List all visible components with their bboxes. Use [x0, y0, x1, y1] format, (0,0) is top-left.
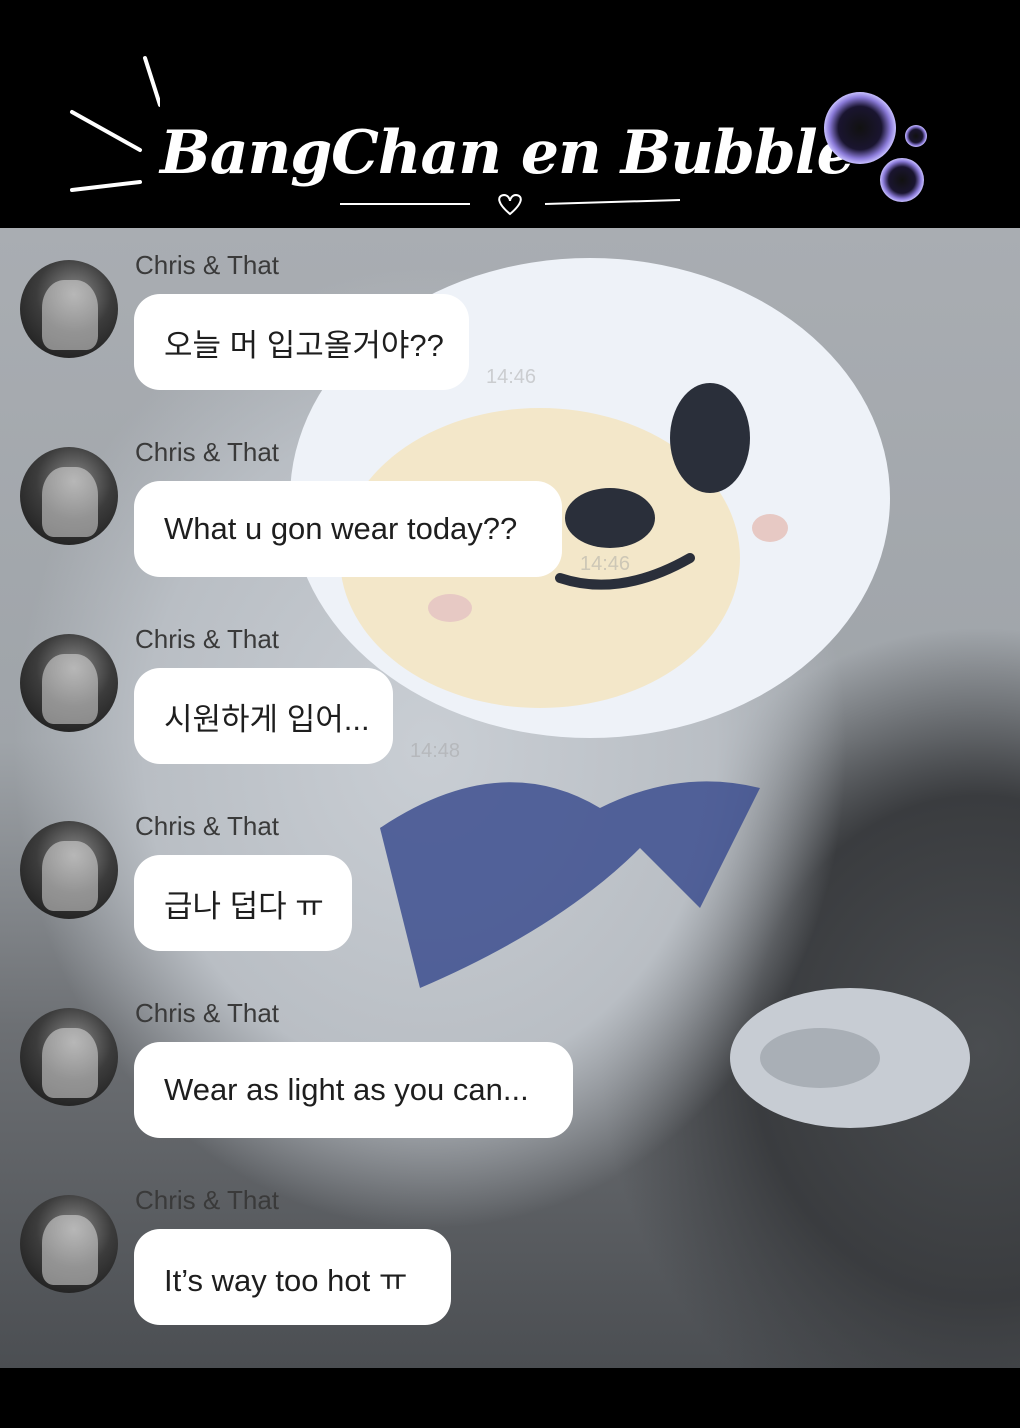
avatar[interactable]	[20, 260, 118, 358]
avatar[interactable]	[20, 821, 118, 919]
message-time: 14:46	[486, 366, 537, 388]
message-item: Chris & That Wear as light as you can...	[0, 996, 1020, 1183]
sender-name: Chris & That	[135, 811, 280, 841]
avatar-photo	[42, 467, 98, 537]
message-item: Chris & That 오늘 머 입고올거야?? 14:46	[0, 248, 1020, 435]
avatar[interactable]	[20, 1008, 118, 1106]
message-time: 14:46	[580, 553, 631, 575]
bubbles-icon	[824, 92, 927, 202]
heart-underline-decoration	[340, 193, 681, 216]
bottom-bar	[0, 1368, 1020, 1428]
avatar[interactable]	[20, 634, 118, 732]
message-item: Chris & That 시원하게 입어... 14:48	[0, 622, 1020, 809]
avatar[interactable]	[20, 1195, 118, 1293]
avatar-photo	[42, 280, 98, 350]
message-bubble[interactable]: 시원하게 입어...	[134, 668, 393, 764]
sender-name: Chris & That	[135, 250, 280, 280]
message-bubble[interactable]: It’s way too hot ㅠ	[134, 1229, 451, 1325]
message-bubble[interactable]: 급나 덥다 ㅠ	[134, 855, 352, 951]
avatar-photo	[42, 654, 98, 724]
message-item: Chris & That It’s way too hot ㅠ	[0, 1183, 1020, 1368]
message-bubble[interactable]: 오늘 머 입고올거야??	[134, 294, 469, 390]
sender-name: Chris & That	[135, 624, 280, 654]
sender-name: Chris & That	[135, 437, 280, 467]
message-item: Chris & That What u gon wear today?? 14:…	[0, 435, 1020, 622]
message-time: 14:48	[410, 740, 461, 762]
chat-area[interactable]: Chris & That 오늘 머 입고올거야?? 14:46 Chris & …	[0, 228, 1020, 1368]
avatar-photo	[42, 1215, 98, 1285]
header: BangChan en Bubble	[0, 0, 1020, 228]
avatar-photo	[42, 1028, 98, 1098]
sparkle-lines-decoration	[70, 56, 160, 192]
message-bubble[interactable]: What u gon wear today??	[134, 481, 562, 577]
message-bubble[interactable]: Wear as light as you can...	[134, 1042, 573, 1138]
message-item: Chris & That 급나 덥다 ㅠ	[0, 809, 1020, 996]
sender-name: Chris & That	[135, 1185, 280, 1215]
sender-name: Chris & That	[135, 998, 280, 1028]
page-title: BangChan en Bubble	[160, 118, 855, 188]
avatar-photo	[42, 841, 98, 911]
avatar[interactable]	[20, 447, 118, 545]
